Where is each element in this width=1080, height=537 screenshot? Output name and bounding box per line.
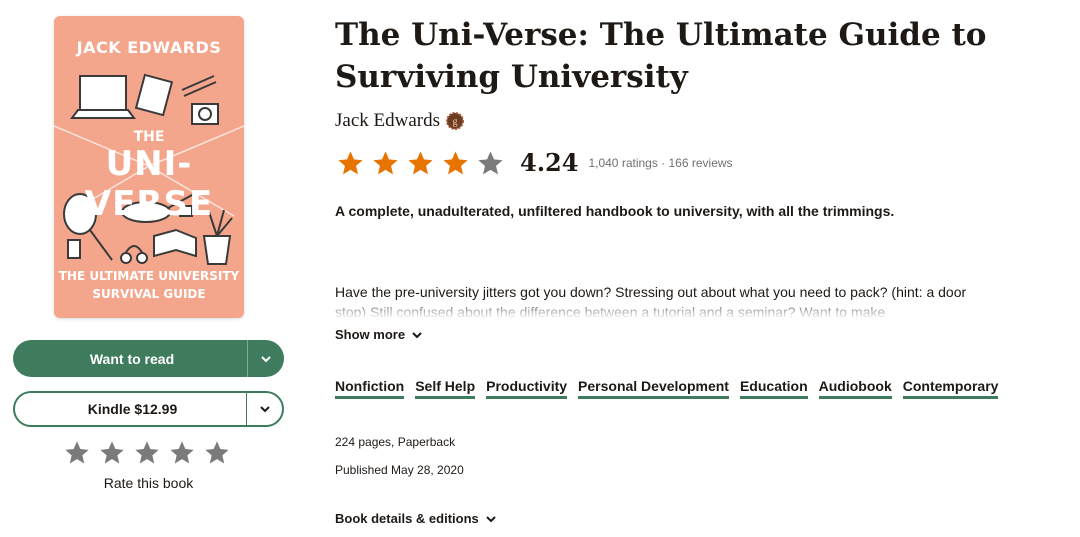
book-details-label: Book details & editions	[335, 511, 479, 526]
rate-star-2[interactable]	[97, 439, 127, 467]
rating-star-3	[405, 149, 436, 178]
author-link[interactable]: Jack Edwards	[335, 110, 440, 132]
average-rating-stars	[335, 149, 506, 178]
star-outline-icon	[135, 441, 159, 464]
star-filled-icon	[443, 151, 468, 175]
rating-star-2	[370, 149, 401, 178]
cover-author: JACK EDWARDS	[76, 38, 222, 57]
rate-star-4[interactable]	[167, 439, 197, 467]
star-outline-icon	[170, 441, 194, 464]
author-row: Jack Edwards g	[335, 110, 464, 132]
genre-link[interactable]: Education	[739, 378, 808, 399]
kindle-buy-button[interactable]: Kindle $12.99	[15, 393, 246, 425]
want-to-read-button[interactable]: Want to read	[13, 340, 247, 377]
chevron-down-icon	[261, 355, 271, 362]
chevron-down-icon	[259, 406, 270, 413]
shelf-dropdown-button[interactable]	[247, 340, 284, 377]
star-filled-icon	[373, 151, 398, 175]
genre-link[interactable]: Productivity	[486, 378, 568, 399]
buy-options-dropdown-button[interactable]	[246, 393, 282, 425]
genre-link[interactable]: Contemporary	[902, 378, 999, 399]
kindle-button-group: Kindle $12.99	[13, 391, 284, 427]
cover-title-prefix: THE	[133, 129, 165, 145]
rate-this-book-label: Rate this book	[103, 475, 194, 491]
rating-row: 4.24 1,040 ratings · 166 reviews	[335, 148, 733, 178]
want-to-read-button-group: Want to read	[13, 340, 284, 377]
star-empty-icon	[478, 151, 503, 175]
book-tagline: A complete, unadulterated, unfiltered ha…	[335, 203, 895, 219]
publication-date: Published May 28, 2020	[335, 463, 464, 477]
rate-stars	[62, 439, 232, 467]
genre-link[interactable]: Personal Development	[578, 378, 729, 399]
rate-star-5[interactable]	[202, 439, 232, 467]
cover-subtitle-line2: SURVIVAL GUIDE	[92, 287, 206, 301]
star-outline-icon	[100, 441, 124, 464]
book-cover[interactable]: JACK EDWARDS THE UNI-VERSE THE ULTIMATE …	[54, 16, 244, 318]
star-outline-icon	[65, 441, 89, 464]
star-filled-icon	[408, 151, 433, 175]
show-more-label: Show more	[335, 327, 406, 342]
rating-star-1	[335, 149, 366, 178]
rating-star-5	[475, 149, 506, 178]
genre-link[interactable]: Audiobook	[818, 378, 892, 399]
chevron-down-icon	[412, 331, 422, 338]
pages-format: 224 pages, Paperback	[335, 435, 456, 449]
genre-link[interactable]: Nonfiction	[335, 378, 405, 399]
chevron-down-icon	[486, 515, 496, 522]
cover-subtitle-line1: THE ULTIMATE UNIVERSITY	[58, 269, 240, 283]
star-filled-icon	[338, 151, 363, 175]
star-outline-icon	[205, 441, 229, 464]
show-more-button[interactable]: Show more	[335, 327, 423, 342]
goodreads-author-badge-icon: g	[446, 112, 464, 130]
rate-star-3[interactable]	[132, 439, 162, 467]
cover-title: UNI-VERSE	[84, 144, 214, 224]
rate-star-1[interactable]	[62, 439, 92, 467]
description-fade	[335, 300, 975, 318]
average-rating: 4.24	[520, 148, 579, 177]
genre-link[interactable]: Self Help	[415, 378, 476, 399]
rating-star-4	[440, 149, 471, 178]
genre-list: Nonfiction Self Help Productivity Personal …	[335, 378, 999, 399]
ratings-reviews-count[interactable]: 1,040 ratings · 166 reviews	[588, 156, 732, 170]
svg-text:g: g	[453, 117, 458, 128]
book-details-button[interactable]: Book details & editions	[335, 511, 497, 526]
book-title: The Uni-Verse: The Ultimate Guide to Sur…	[335, 17, 987, 95]
